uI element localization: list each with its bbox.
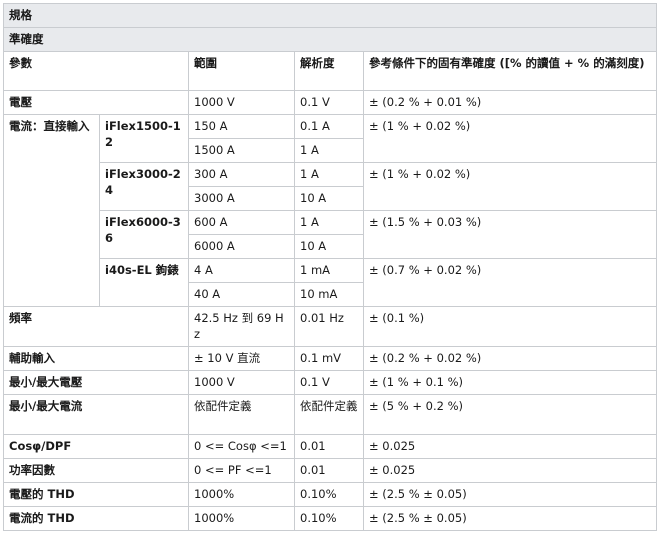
- param-cell: 最小/最大電流: [3, 394, 189, 435]
- header-range: 範圍: [188, 51, 295, 91]
- range-cell: 1000 V: [188, 370, 295, 395]
- table-row: 功率因數 0 <= PF <=1 0.01 ± 0.025: [3, 458, 658, 483]
- accuracy-cell: ± 0.025: [362, 458, 658, 483]
- range-cell: 依配件定義: [188, 394, 295, 435]
- table-row: 頻率 42.5 Hz 到 69 Hz 0.01 Hz ± (0.1 %): [3, 306, 658, 347]
- resolution-cell: 10 A: [294, 186, 364, 211]
- resolution-cell: 0.10%: [294, 506, 364, 531]
- header-accuracy: 參考條件下的固有準確度 ([% 的讀值 + % 的滿刻度): [362, 51, 658, 91]
- range-cell: 4 A: [188, 258, 295, 283]
- accuracy-cell: ± (0.2 % + 0.01 %): [362, 90, 658, 115]
- range-cell: 40 A: [188, 282, 295, 307]
- param-cell: Cosφ/DPF: [3, 434, 189, 459]
- accuracy-cell: ± 0.025: [362, 434, 658, 459]
- accuracy-cell: ± (0.7 % + 0.02 %): [362, 258, 658, 307]
- range-cell: 1500 A: [188, 138, 295, 163]
- resolution-cell: 0.1 mV: [294, 346, 364, 371]
- accuracy-cell: ± (1 % + 0.02 %): [362, 162, 658, 211]
- table-row: iFlex6000-36 600 A 1 A ± (1.5 % + 0.03 %…: [4, 210, 658, 259]
- table-row: i40s-EL 鉤錶 4 A 1 mA ± (0.7 % + 0.02 %): [4, 258, 658, 307]
- accuracy-cell: ± (1 % + 0.02 %): [362, 114, 658, 163]
- table-title: 規格: [2, 3, 658, 28]
- resolution-cell: 0.1 V: [294, 90, 364, 115]
- range-cell: 3000 A: [188, 186, 295, 211]
- resolution-cell: 0.01: [294, 458, 364, 483]
- range-cell: 1000%: [188, 482, 295, 507]
- resolution-cell: 0.10%: [294, 482, 364, 507]
- param-cell: 頻率: [3, 306, 189, 347]
- resolution-cell: 1 A: [294, 138, 364, 163]
- range-cell: 300 A: [188, 162, 295, 187]
- resolution-cell: 1 A: [294, 162, 364, 187]
- param-cell: 輔助輸入: [3, 346, 189, 371]
- range-cell: 1000 V: [188, 90, 295, 115]
- probe-cell: iFlex6000-36: [99, 210, 189, 259]
- table-row: 電流：直接輸入 iFlex1500-12 150 A 0.1 A ± (1 % …: [3, 114, 658, 307]
- param-cell: 電壓: [3, 90, 189, 115]
- resolution-cell: 1 mA: [294, 258, 364, 283]
- range-cell: 0 <= PF <=1: [188, 458, 295, 483]
- resolution-cell: 10 A: [294, 234, 364, 259]
- accuracy-cell: ± (1.5 % + 0.03 %): [362, 210, 658, 259]
- param-cell: 電流的 THD: [3, 506, 189, 531]
- probe-cell: iFlex3000-24: [99, 162, 189, 211]
- header-param: 參數: [3, 51, 189, 91]
- range-cell: 0 <= Cosφ <=1: [188, 434, 295, 459]
- accuracy-cell: ± (5 % + 0.2 %): [362, 394, 658, 435]
- table-row: 電壓的 THD 1000% 0.10% ± (2.5 % ± 0.05): [3, 482, 658, 507]
- section-title: 準確度: [2, 27, 658, 52]
- range-cell: ± 10 V 直流: [188, 346, 295, 371]
- range-cell: 6000 A: [188, 234, 295, 259]
- table-row: 最小/最大電壓 1000 V 0.1 V ± (1 % + 0.1 %): [3, 370, 658, 395]
- accuracy-cell: ± (2.5 % ± 0.05): [362, 482, 658, 507]
- resolution-cell: 0.1 V: [294, 370, 364, 395]
- accuracy-cell: ± (2.5 % ± 0.05): [362, 506, 658, 531]
- param-cell: 電壓的 THD: [3, 482, 189, 507]
- range-cell: 600 A: [188, 210, 295, 235]
- resolution-cell: 10 mA: [294, 282, 364, 307]
- accuracy-cell: ± (0.2 % + 0.02 %): [362, 346, 658, 371]
- resolution-cell: 0.01: [294, 434, 364, 459]
- resolution-cell: 依配件定義: [294, 394, 364, 435]
- accuracy-cell: ± (0.1 %): [362, 306, 658, 347]
- range-cell: 1000%: [188, 506, 295, 531]
- header-resolution: 解析度: [294, 51, 364, 91]
- spec-table: 規格 準確度 參數 範圍 解析度 參考條件下的固有準確度 ([% 的讀值 + %…: [2, 3, 658, 531]
- table-row: 輔助輸入 ± 10 V 直流 0.1 mV ± (0.2 % + 0.02 %): [3, 346, 658, 371]
- param-cell: 電流：直接輸入: [3, 114, 100, 307]
- table-row: 最小/最大電流 依配件定義 依配件定義 ± (5 % + 0.2 %): [3, 394, 658, 435]
- table-row: 電流的 THD 1000% 0.10% ± (2.5 % ± 0.05): [3, 506, 658, 531]
- probe-cell: iFlex1500-12: [99, 114, 189, 163]
- range-cell: 42.5 Hz 到 69 Hz: [188, 306, 295, 347]
- resolution-cell: 1 A: [294, 210, 364, 235]
- param-cell: 功率因數: [3, 458, 189, 483]
- table-row: 電壓 1000 V 0.1 V ± (0.2 % + 0.01 %): [3, 90, 658, 115]
- table-row: Cosφ/DPF 0 <= Cosφ <=1 0.01 ± 0.025: [3, 434, 658, 459]
- table-row: iFlex3000-24 300 A 1 A ± (1 % + 0.02 %): [4, 162, 658, 211]
- accuracy-cell: ± (1 % + 0.1 %): [362, 370, 658, 395]
- param-cell: 最小/最大電壓: [3, 370, 189, 395]
- resolution-cell: 0.1 A: [294, 114, 364, 139]
- probe-cell: i40s-EL 鉤錶: [99, 258, 189, 307]
- resolution-cell: 0.01 Hz: [294, 306, 364, 347]
- range-cell: 150 A: [188, 114, 295, 139]
